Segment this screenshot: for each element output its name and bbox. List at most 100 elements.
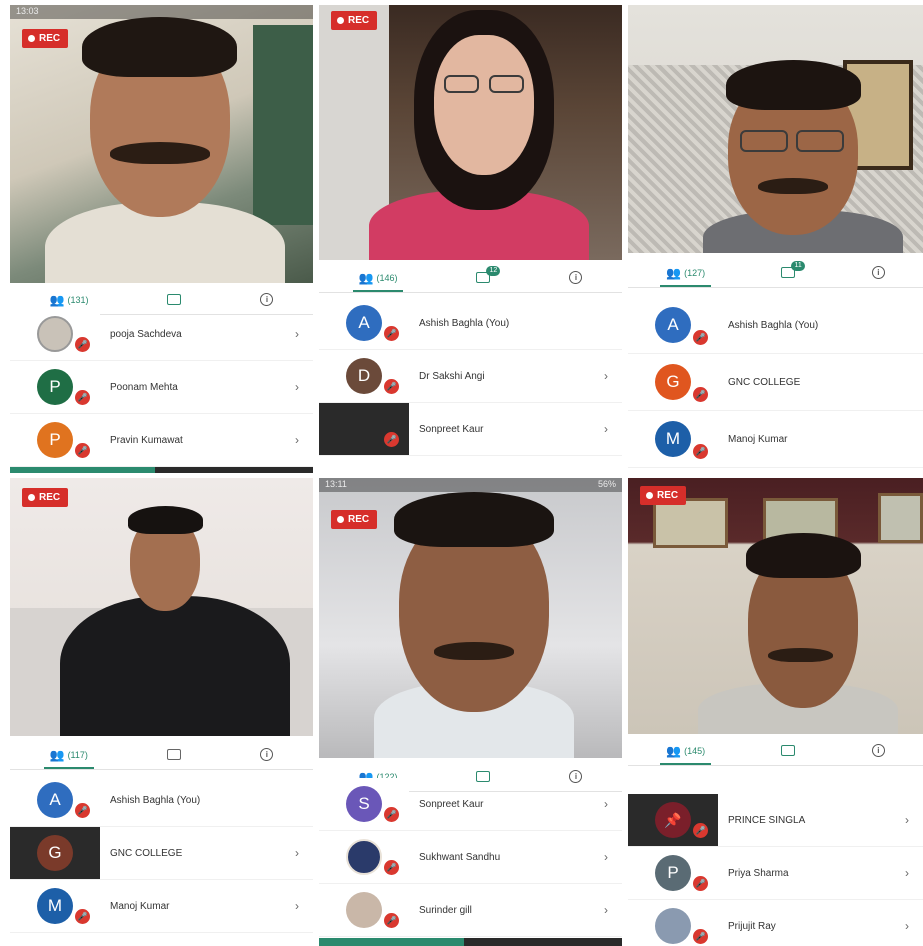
participant-name: PRINCE SINGLA — [728, 814, 806, 826]
chevron-right-icon[interactable]: › — [905, 919, 923, 933]
video-feed-2[interactable]: REC — [319, 5, 622, 260]
tab-participants[interactable]: 👥 (127) — [660, 258, 712, 287]
participant-thumb: A 🎤 — [319, 297, 409, 349]
list-item[interactable]: M 🎤 Manoj Kumar — [628, 411, 923, 468]
tab-chat[interactable]: 11 — [775, 258, 805, 287]
chevron-right-icon[interactable]: › — [604, 850, 622, 864]
avatar: D — [346, 358, 382, 394]
avatar: A — [346, 305, 382, 341]
info-icon: i — [871, 266, 885, 279]
participant-name: Poonam Mehta — [110, 381, 178, 393]
video-feed-6[interactable]: REC — [628, 478, 923, 734]
participant-name: Ashish Baghla (You) — [110, 794, 201, 806]
list-item[interactable]: M 🎤 Manoj Kumar › — [10, 880, 313, 933]
participant-name: GNC COLLEGE — [110, 847, 183, 859]
mic-muted-icon: 🎤 — [693, 876, 708, 891]
list-item[interactable]: P 🎤 Pravin Kumawat › — [10, 414, 313, 467]
scroll-progress — [319, 938, 622, 946]
video-feed-3[interactable] — [628, 5, 923, 253]
list-item[interactable]: 🎤 Sonpreet Kaur › — [319, 403, 622, 456]
meeting-panel-5: 13:11 56% REC 👥 (122) i S 🎤 Sonpreet Kaur ›… — [319, 478, 622, 946]
chevron-right-icon[interactable]: › — [604, 422, 622, 436]
participants-icon: 👥 — [49, 747, 65, 762]
mic-muted-icon: 🎤 — [75, 803, 90, 818]
chat-icon — [167, 294, 182, 305]
mic-muted-icon: 🎤 — [384, 379, 399, 394]
video-feed-5[interactable]: 13:11 56% REC — [319, 478, 622, 758]
participant-video-person — [374, 492, 574, 758]
meeting-panel-4: REC 👥 (117) i A 🎤 Ashish Baghla (You) G GN… — [10, 478, 313, 946]
avatar — [655, 908, 691, 944]
recording-indicator: REC — [640, 486, 687, 505]
participant-list: A 🎤 Ashish Baghla (You) G 🎤 GNC COLLEGE M 🎤… — [628, 297, 923, 468]
list-item[interactable]: S 🎤 Sonpreet Kaur › — [319, 778, 622, 831]
list-item[interactable]: G GNC COLLEGE › — [10, 827, 313, 880]
tab-info[interactable]: i — [254, 740, 279, 769]
chevron-right-icon[interactable]: › — [905, 866, 923, 880]
participant-name: Surinder gill — [419, 904, 472, 916]
mic-muted-icon: 🎤 — [693, 823, 708, 838]
participant-name: Ashish Baghla (You) — [728, 319, 819, 331]
avatar: 📌 — [655, 802, 691, 838]
participant-name: Manoj Kumar — [110, 900, 170, 912]
chat-icon: 12 — [476, 266, 501, 283]
list-item[interactable]: D 🎤 Dr Sakshi Angi › — [319, 350, 622, 403]
avatar: M — [37, 888, 73, 924]
mic-muted-icon: 🎤 — [693, 330, 708, 345]
list-item[interactable]: 🎤 Prijujit Ray › — [628, 900, 923, 946]
participants-icon: 👥 — [666, 265, 682, 280]
list-item[interactable]: A 🎤 Ashish Baghla (You) — [628, 297, 923, 354]
participant-thumb: D 🎤 — [319, 350, 409, 402]
meeting-panel-6: REC 👥 (145) i 📌 🎤 PRINCE SINGLA › P 🎤 Priya… — [628, 478, 923, 946]
chevron-right-icon[interactable]: › — [295, 433, 313, 447]
chevron-right-icon[interactable]: › — [604, 369, 622, 383]
list-item[interactable]: A 🎤 Ashish Baghla (You) — [319, 297, 622, 350]
rec-dot-icon — [28, 35, 35, 42]
avatar: M — [655, 421, 691, 457]
chevron-right-icon[interactable]: › — [604, 797, 622, 811]
participant-thumb: 🎤 — [319, 884, 409, 936]
video-feed-4[interactable]: REC — [10, 478, 313, 736]
list-item[interactable]: P 🎤 Priya Sharma › — [628, 847, 923, 900]
tab-participants[interactable]: 👥 (117) — [43, 740, 95, 769]
tab-info[interactable]: i — [866, 736, 891, 765]
rec-dot-icon — [337, 516, 344, 523]
video-feed-1[interactable]: 13:03 REC — [10, 5, 313, 283]
participant-thumb: 🎤 — [319, 831, 409, 883]
meeting-panel-3: 👥 (127) 11 i A 🎤 Ashish Baghla (You) G 🎤 GN… — [628, 5, 923, 473]
participant-count: (127) — [684, 267, 706, 278]
participants-icon: 👥 — [358, 270, 374, 285]
tab-chat[interactable]: 12 — [470, 263, 501, 292]
list-item[interactable]: P 🎤 Poonam Mehta › — [10, 361, 313, 414]
participant-thumb: A 🎤 — [628, 297, 718, 353]
chat-icon — [781, 745, 796, 756]
chevron-right-icon[interactable]: › — [295, 899, 313, 913]
chevron-right-icon[interactable]: › — [295, 327, 313, 341]
list-item[interactable]: A 🎤 Ashish Baghla (You) — [10, 774, 313, 827]
tab-chat[interactable] — [775, 736, 801, 765]
list-item[interactable]: 🎤 pooja Sachdeva › — [10, 308, 313, 361]
chevron-right-icon[interactable]: › — [295, 846, 313, 860]
list-item[interactable]: G 🎤 GNC COLLEGE — [628, 354, 923, 411]
chevron-right-icon[interactable]: › — [295, 380, 313, 394]
avatar — [37, 316, 73, 352]
meeting-tabs: 👥 (117) i — [10, 740, 313, 770]
tab-participants[interactable]: 👥 (145) — [660, 736, 712, 765]
mic-muted-icon: 🎤 — [384, 807, 399, 822]
list-item[interactable]: 🎤 Sukhwant Sandhu › — [319, 831, 622, 884]
participant-name: Ashish Baghla (You) — [419, 317, 510, 329]
chevron-right-icon[interactable]: › — [604, 903, 622, 917]
participant-thumb: P 🎤 — [10, 361, 100, 413]
tab-participants[interactable]: 👥 (146) — [352, 263, 404, 292]
tab-chat[interactable] — [161, 740, 187, 769]
list-item[interactable]: 📌 🎤 PRINCE SINGLA › — [628, 794, 923, 847]
tab-info[interactable]: i — [563, 263, 588, 292]
avatar: S — [346, 786, 382, 822]
participant-list: A 🎤 Ashish Baghla (You) D 🎤 Dr Sakshi Angi… — [319, 297, 622, 456]
participant-thumb: P 🎤 — [628, 847, 718, 899]
chevron-right-icon[interactable]: › — [905, 813, 923, 827]
participant-thumb: 📌 🎤 — [628, 794, 718, 846]
tab-info[interactable]: i — [866, 258, 891, 287]
participant-thumb: G — [10, 827, 100, 879]
list-item[interactable]: 🎤 Surinder gill › — [319, 884, 622, 937]
